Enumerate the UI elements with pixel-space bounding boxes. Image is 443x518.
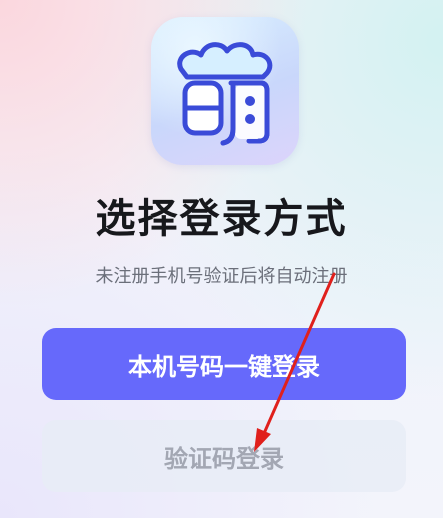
app-logo-icon bbox=[151, 17, 299, 165]
meng-glyph-icon bbox=[177, 42, 273, 146]
sms-code-login-button[interactable]: 验证码登录 bbox=[42, 420, 406, 492]
page-subtitle: 未注册手机号验证后将自动注册 bbox=[95, 266, 348, 287]
page-title: 选择登录方式 bbox=[95, 196, 348, 242]
one-click-login-button[interactable]: 本机号码一键登录 bbox=[42, 328, 406, 400]
